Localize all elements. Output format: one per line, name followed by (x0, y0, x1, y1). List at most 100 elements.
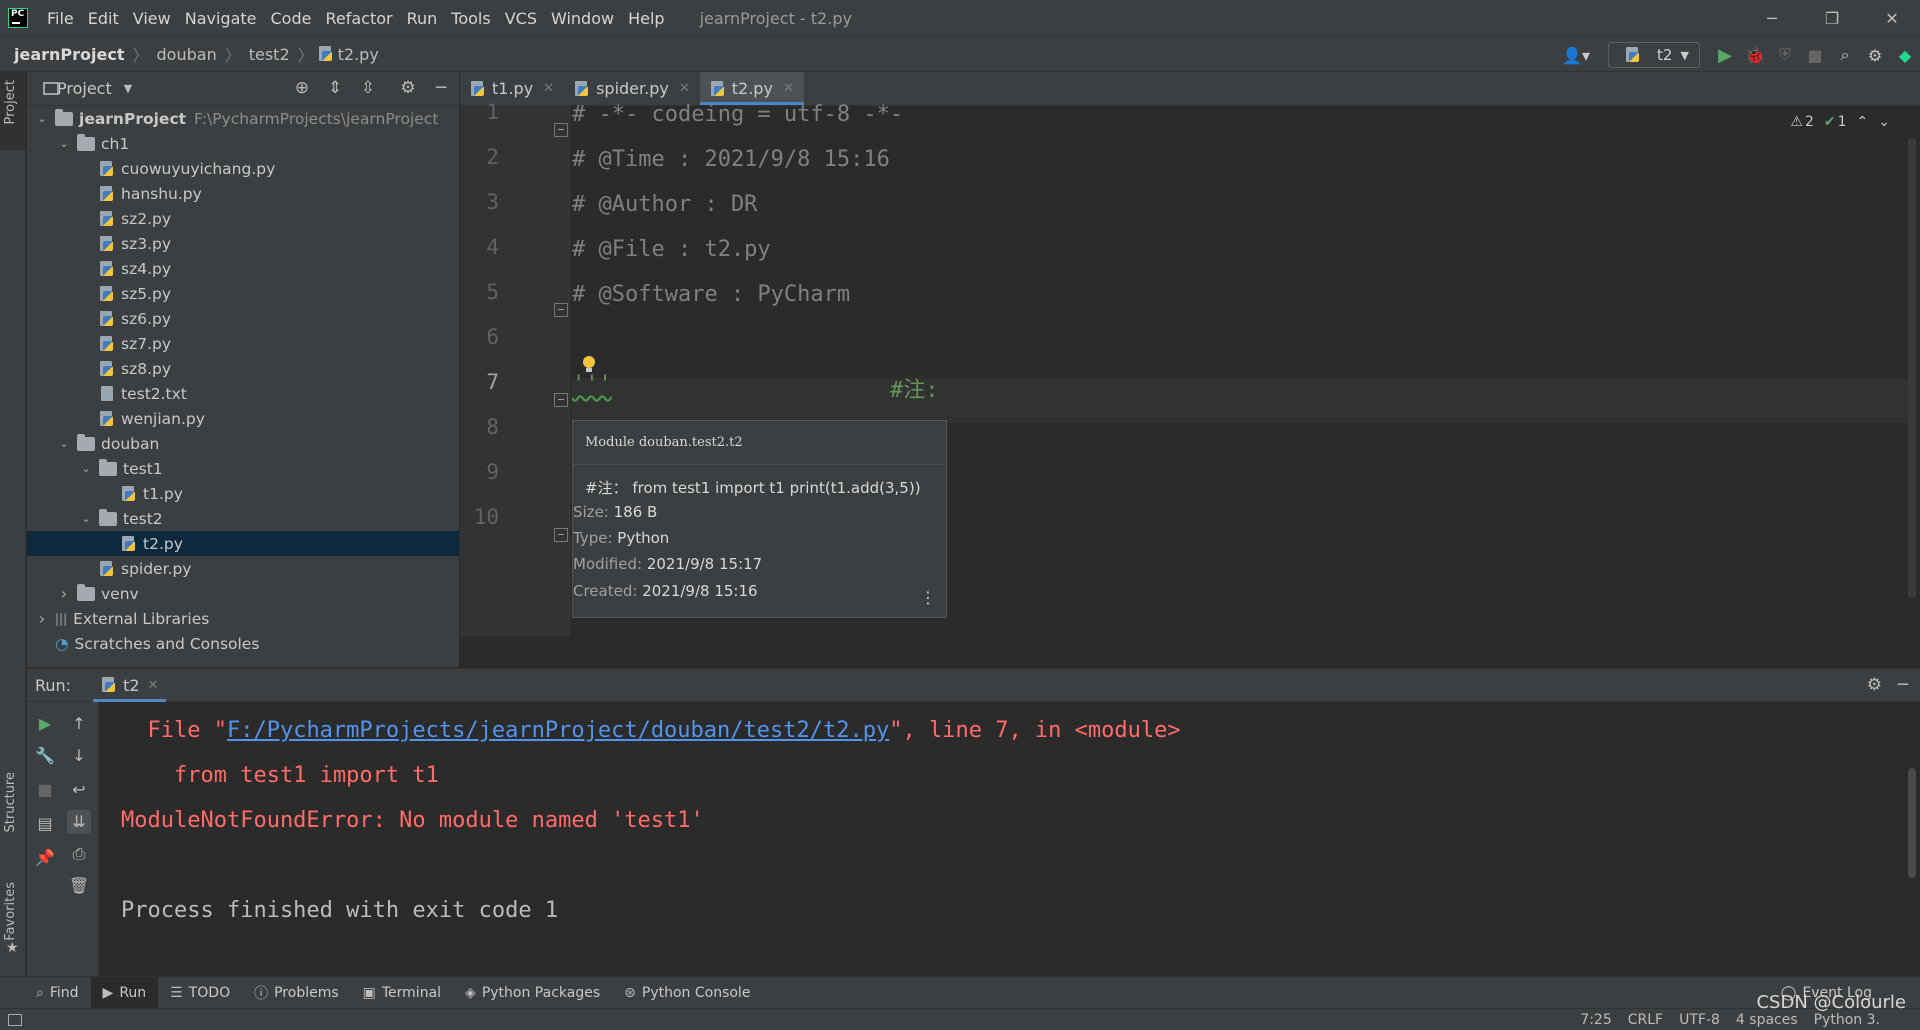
menu-edit[interactable]: Edit (81, 9, 126, 28)
breadcrumb-project[interactable]: jearnProject (0, 45, 129, 64)
wrench-icon[interactable]: 🔧 (33, 744, 57, 768)
menu-code[interactable]: Code (264, 9, 319, 28)
tree-item-douban[interactable]: ⌄ douban (27, 431, 459, 456)
restore-button[interactable]: ❐ (1804, 0, 1860, 36)
collapse-all-icon[interactable]: ⇳ (357, 78, 379, 100)
fold-marker-icon[interactable] (554, 123, 568, 137)
close-tab-icon[interactable]: ✕ (783, 81, 794, 96)
tree-item-external-libraries[interactable]: › ||| External Libraries (27, 606, 459, 631)
arrow-down-icon[interactable]: ↓ (67, 744, 91, 768)
toggle-tool-windows-icon[interactable] (8, 1013, 22, 1026)
file-encoding[interactable]: UTF-8 (1671, 1012, 1728, 1028)
close-tab-icon[interactable]: ✕ (679, 81, 690, 96)
hide-icon[interactable]: ─ (430, 78, 452, 100)
tree-item-hanshu-py[interactable]: hanshu.py (27, 181, 459, 206)
breadcrumb-test2[interactable]: test2 (245, 45, 294, 64)
tree-item-jearnproject[interactable]: ⌄ jearnProject F:\PycharmProjects\jearnPro… (27, 106, 459, 131)
print-icon[interactable]: ⎙ (67, 842, 91, 866)
project-view-title[interactable]: Project (57, 79, 112, 98)
chevron-down-icon[interactable]: ⌄ (57, 437, 71, 450)
todo-tool-button[interactable]: ☰ TODO (158, 977, 242, 1009)
user-icon[interactable]: 👤▾ (1554, 40, 1598, 70)
python-console-tool-button[interactable]: ⊛ Python Console (612, 977, 762, 1009)
tree-item-test2[interactable]: ⌄ test2 (27, 506, 459, 531)
fold-marker-icon[interactable] (554, 393, 568, 407)
tree-item-sz8-py[interactable]: sz8.py (27, 356, 459, 381)
close-button[interactable]: ✕ (1864, 0, 1920, 36)
stop-icon[interactable]: ■ (1800, 40, 1830, 70)
console-scrollbar[interactable] (1908, 768, 1916, 878)
tree-item-wenjian-py[interactable]: wenjian.py (27, 406, 459, 431)
indent-setting[interactable]: 4 spaces (1728, 1012, 1806, 1028)
gear-icon[interactable]: ⚙ (397, 78, 419, 100)
rerun-icon[interactable]: ▶ (33, 712, 57, 736)
chevron-right-icon[interactable]: › (35, 609, 49, 628)
menu-help[interactable]: Help (621, 9, 671, 28)
tree-item-test2-txt[interactable]: test2.txt (27, 381, 459, 406)
minimize-button[interactable]: ─ (1744, 0, 1800, 36)
project-tool-tab[interactable]: Project (3, 80, 18, 124)
chevron-right-icon[interactable]: › (57, 584, 71, 603)
menu-refactor[interactable]: Refactor (318, 9, 399, 28)
chevron-down-icon[interactable]: ⌄ (57, 137, 71, 150)
more-options-icon[interactable]: ⋮ (920, 588, 936, 607)
tree-item-venv[interactable]: › venv (27, 581, 459, 606)
run-icon[interactable]: ▶ (1710, 40, 1740, 70)
caret-position[interactable]: 7:25 (1572, 1012, 1619, 1028)
chevron-down-icon[interactable]: ⌄ (35, 112, 49, 125)
breadcrumb-douban[interactable]: douban (153, 45, 221, 64)
trash-icon[interactable]: 🗑 (67, 874, 91, 898)
menu-navigate[interactable]: Navigate (178, 9, 264, 28)
python-packages-tool-button[interactable]: ◈ Python Packages (453, 977, 612, 1009)
python-interpreter[interactable]: Python 3. (1806, 1012, 1920, 1028)
find-tool-button[interactable]: ⌕ Find (0, 977, 91, 1009)
tree-item-sz3-py[interactable]: sz3.py (27, 231, 459, 256)
favorites-tool-tab[interactable]: Favorites (3, 882, 18, 941)
tab-spider[interactable]: spider.py ✕ (564, 72, 700, 105)
menu-view[interactable]: View (126, 9, 178, 28)
terminal-tool-button[interactable]: ▣ Terminal (351, 977, 453, 1009)
run-tool-button[interactable]: ▶ Run (90, 976, 159, 1009)
run-configuration-select[interactable]: t2 ▼ (1608, 42, 1700, 68)
arrow-up-icon[interactable]: ↑ (67, 712, 91, 736)
chevron-down-icon[interactable]: ▼ (124, 82, 132, 95)
chevron-down-icon[interactable]: ⌄ (1878, 114, 1890, 130)
tree-item-cuowuyuyichang-py[interactable]: cuowuyuyichang.py (27, 156, 459, 181)
tree-item-scratches-and-consoles[interactable]: ◔ Scratches and Consoles (27, 631, 459, 656)
menu-vcs[interactable]: VCS (498, 9, 544, 28)
tree-item-test1[interactable]: ⌄ test1 (27, 456, 459, 481)
editor-scrollbar[interactable] (1908, 138, 1916, 598)
tree-item-sz2-py[interactable]: sz2.py (27, 206, 459, 231)
problems-tool-button[interactable]: ⓘ Problems (242, 977, 351, 1009)
locate-icon[interactable]: ⊕ (291, 78, 313, 100)
soft-wrap-icon[interactable]: ↩ (67, 778, 91, 802)
tree-item-sz6-py[interactable]: sz6.py (27, 306, 459, 331)
stop-icon[interactable]: ■ (33, 778, 57, 802)
fold-marker-icon[interactable] (554, 528, 568, 542)
chevron-down-icon[interactable]: ⌄ (79, 512, 93, 525)
coverage-icon[interactable]: ⛨ (1770, 40, 1800, 70)
tree-item-sz4-py[interactable]: sz4.py (27, 256, 459, 281)
inspection-widget[interactable]: ⚠ 2 ✔ 1 ⌃ ⌄ (1790, 114, 1890, 130)
tree-item-ch1[interactable]: ⌄ ch1 (27, 131, 459, 156)
jetbrains-toolbox-icon[interactable]: ◆ (1890, 40, 1920, 70)
tree-item-sz5-py[interactable]: sz5.py (27, 281, 459, 306)
menu-file[interactable]: File (40, 9, 81, 28)
breadcrumb-t2[interactable]: t2.py (334, 45, 383, 64)
pin-icon[interactable]: 📌 (33, 846, 57, 870)
chevron-up-icon[interactable]: ⌃ (1857, 114, 1869, 130)
tab-t2[interactable]: t2.py ✕ (699, 72, 804, 105)
hide-icon[interactable]: ─ (1898, 675, 1908, 695)
gear-icon[interactable]: ⚙ (1860, 40, 1890, 70)
console-file-link[interactable]: F:/PycharmProjects/jearnProject/douban/t… (227, 718, 889, 743)
fold-marker-icon[interactable] (554, 303, 568, 317)
chevron-down-icon[interactable]: ⌄ (79, 462, 93, 475)
expand-all-icon[interactable]: ⇕ (324, 78, 346, 100)
line-separator[interactable]: CRLF (1620, 1012, 1671, 1028)
menu-run[interactable]: Run (400, 9, 445, 28)
tree-item-t2-py[interactable]: t2.py (27, 531, 459, 556)
menu-window[interactable]: Window (544, 9, 621, 28)
close-tab-icon[interactable]: ✕ (543, 81, 554, 96)
scroll-to-end-icon[interactable]: ⇊ (67, 810, 91, 834)
debug-icon[interactable]: 🐞 (1740, 40, 1770, 70)
